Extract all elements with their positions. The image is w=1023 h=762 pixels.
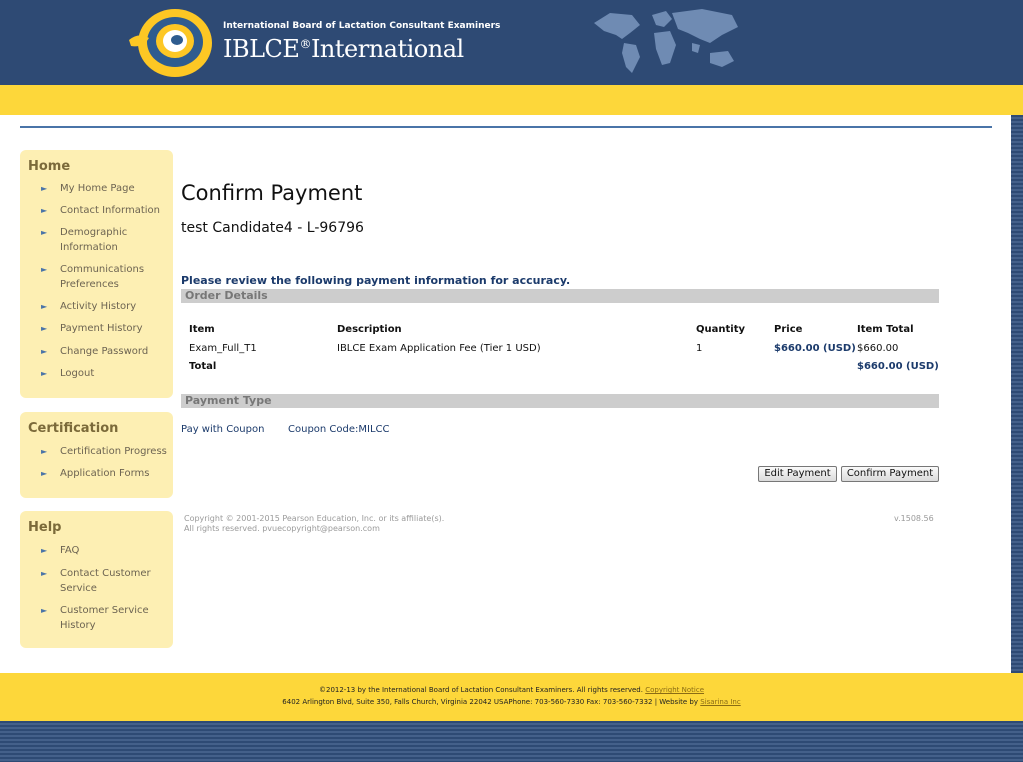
col-header-price: Price	[774, 324, 803, 335]
sidebar-item-logout[interactable]: Logout	[60, 366, 168, 381]
arrow-icon: ►	[41, 569, 48, 578]
site-header: International Board of Lactation Consult…	[0, 0, 1023, 85]
sidebar-item-contact-customer-service[interactable]: Contact Customer Service	[60, 566, 155, 596]
order-details-header: Order Details	[181, 289, 939, 303]
arrow-icon: ►	[41, 302, 48, 311]
arrow-icon: ►	[41, 469, 48, 478]
sidebar-item-certification-progress[interactable]: Certification Progress	[60, 444, 168, 459]
edit-payment-button[interactable]: Edit Payment	[758, 466, 837, 482]
cell-item: Exam_Full_T1	[189, 343, 257, 354]
sidebar-certification-panel: Certification ► Certification Progress ►…	[20, 412, 173, 498]
footer-bottom-strip	[0, 721, 1023, 762]
sidebar-item-change-password[interactable]: Change Password	[60, 344, 168, 359]
cell-item-total: $660.00	[857, 343, 899, 354]
sidebar-item-faq[interactable]: FAQ	[60, 543, 168, 558]
iblce-logo-icon	[129, 9, 212, 77]
sidebar-item-my-home-page[interactable]: My Home Page	[60, 181, 168, 196]
sidebar-item-payment-history[interactable]: Payment History	[60, 321, 168, 336]
header-yellow-band	[0, 85, 1023, 115]
version-label: v.1508.56	[894, 514, 934, 523]
arrow-icon: ►	[41, 546, 48, 555]
arrow-icon: ►	[41, 206, 48, 215]
col-header-description: Description	[337, 324, 402, 335]
sidebar-home-panel: Home ► My Home Page ► Contact Informatio…	[20, 150, 173, 398]
candidate-name: test Candidate4 - L-96796	[181, 220, 364, 236]
cell-price: $660.00 (USD)	[774, 343, 856, 354]
brand-name: IBLCE®International	[223, 35, 464, 63]
col-header-item: Item	[189, 324, 215, 335]
total-label: Total	[189, 361, 217, 372]
arrow-icon: ►	[41, 347, 48, 356]
arrow-icon: ►	[41, 369, 48, 378]
sidebar-item-activity-history[interactable]: Activity History	[60, 299, 168, 314]
sidebar-item-application-forms[interactable]: Application Forms	[60, 466, 168, 481]
arrow-icon: ►	[41, 447, 48, 456]
cell-quantity: 1	[696, 343, 703, 354]
right-border-strip	[1011, 115, 1023, 673]
sisarina-link[interactable]: Sisarina Inc	[700, 698, 740, 706]
copyright-text: Copyright © 2001-2015 Pearson Education,…	[184, 514, 445, 533]
arrow-icon: ►	[41, 228, 48, 237]
world-map-icon	[594, 9, 738, 73]
total-value: $660.00 (USD)	[857, 361, 939, 372]
footer-copyright: ©2012-13 by the International Board of L…	[318, 686, 705, 694]
footer-address: 6402 Arlington Blvd, Suite 350, Falls Ch…	[282, 698, 741, 706]
arrow-icon: ►	[41, 184, 48, 193]
sidebar-item-customer-service-history[interactable]: Customer Service History	[60, 603, 155, 633]
sidebar-item-contact-information[interactable]: Contact Information	[60, 203, 168, 218]
sidebar-home-title: Home	[28, 159, 71, 174]
arrow-icon: ►	[41, 606, 48, 615]
review-instructions: Please review the following payment info…	[181, 274, 571, 287]
page-title: Confirm Payment	[181, 181, 363, 205]
sidebar-help-title: Help	[28, 520, 62, 535]
sidebar-item-demographic-information[interactable]: Demographic Information	[60, 225, 150, 255]
site-footer	[0, 673, 1023, 721]
col-header-quantity: Quantity	[696, 324, 745, 335]
org-name: International Board of Lactation Consult…	[223, 21, 501, 31]
coupon-code: Coupon Code:MILCC	[288, 424, 390, 435]
arrow-icon: ►	[41, 265, 48, 274]
sidebar-item-communications-preferences[interactable]: Communications Preferences	[60, 262, 150, 292]
sidebar-help-panel: Help ► FAQ ► Contact Customer Service ► …	[20, 511, 173, 648]
confirm-payment-button[interactable]: Confirm Payment	[841, 466, 939, 482]
col-header-item-total: Item Total	[857, 324, 914, 335]
arrow-icon: ►	[41, 324, 48, 333]
cell-description: IBLCE Exam Application Fee (Tier 1 USD)	[337, 343, 541, 354]
payment-type-header: Payment Type	[181, 394, 939, 408]
content-divider	[20, 126, 992, 128]
copyright-notice-link[interactable]: Copyright Notice	[645, 686, 704, 694]
payment-method: Pay with Coupon	[181, 424, 265, 435]
sidebar-certification-title: Certification	[28, 421, 119, 436]
